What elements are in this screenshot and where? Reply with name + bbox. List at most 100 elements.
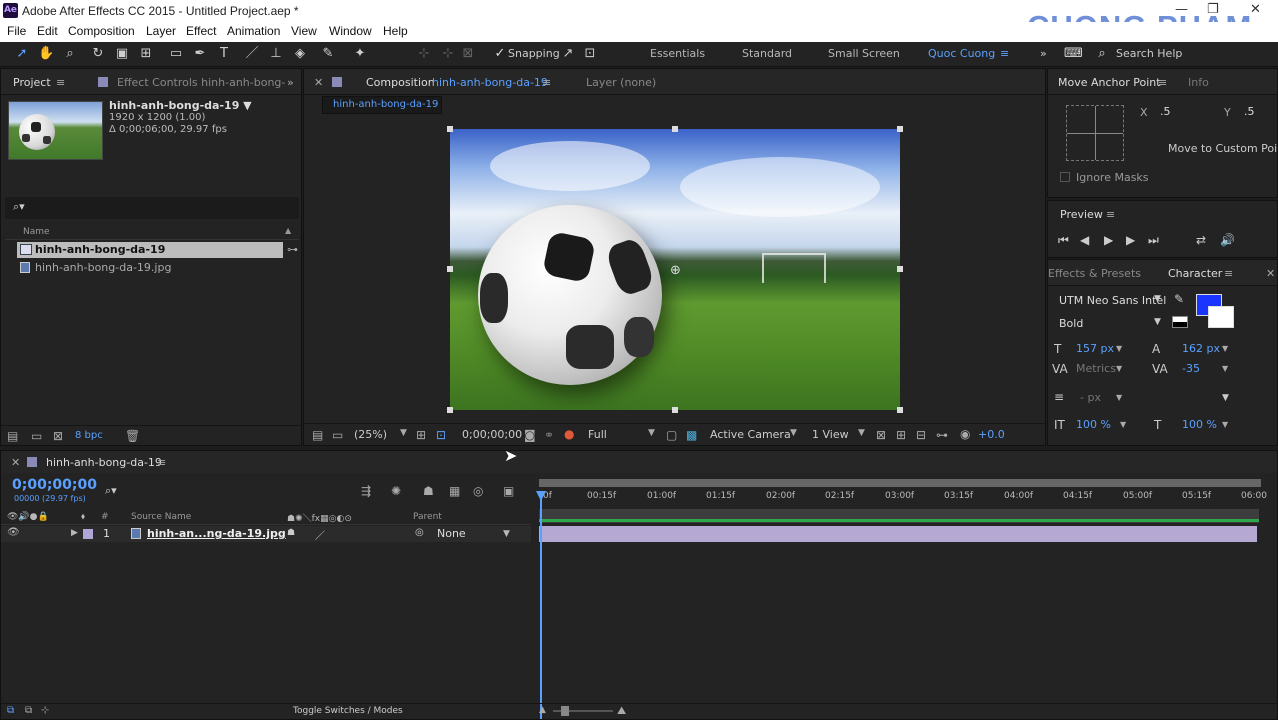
work-area-range[interactable] bbox=[539, 509, 1259, 523]
hide-shy-layers-icon[interactable]: ☗ bbox=[423, 484, 434, 498]
current-time-indicator[interactable] bbox=[540, 491, 542, 719]
workspace-small-screen[interactable]: Small Screen bbox=[828, 47, 900, 60]
leading-value[interactable]: 162 px bbox=[1182, 342, 1220, 355]
menu-layer[interactable]: Layer bbox=[146, 24, 176, 38]
dropdown-arrow-icon[interactable]: ▼ bbox=[1222, 344, 1228, 353]
channel-icon[interactable]: ● bbox=[564, 427, 574, 441]
rotate-tool-icon[interactable]: ↻ bbox=[90, 46, 106, 62]
view-layout-dropdown[interactable]: 1 View bbox=[812, 428, 849, 441]
stroke-style-dropdown-icon[interactable]: ▼ bbox=[1222, 393, 1229, 403]
close-tab-icon[interactable]: ✕ bbox=[11, 456, 20, 469]
transform-handle[interactable] bbox=[447, 266, 453, 272]
composition-menu-icon[interactable]: ≡ bbox=[542, 76, 551, 89]
exposure-reset-icon[interactable]: ◉ bbox=[960, 427, 970, 441]
breadcrumb[interactable]: hinh-anh-bong-da-19 bbox=[322, 96, 442, 114]
loop-icon[interactable]: ⇄ bbox=[1196, 233, 1206, 247]
magnification-dropdown[interactable]: (25%) bbox=[354, 428, 387, 441]
new-comp-icon[interactable]: ⊠ bbox=[53, 429, 63, 443]
clone-stamp-tool-icon[interactable]: ⊥ bbox=[268, 46, 284, 62]
show-snapshot-icon[interactable]: ⚭ bbox=[544, 428, 554, 442]
exposure-value[interactable]: +0.0 bbox=[978, 428, 1005, 441]
font-size-value[interactable]: 157 px bbox=[1076, 342, 1114, 355]
fast-previews-icon[interactable]: ⊞ bbox=[896, 428, 906, 442]
flowchart-icon[interactable]: ⊶ bbox=[936, 428, 948, 442]
selection-tool-icon[interactable]: ➚ bbox=[14, 46, 30, 62]
vertical-scale-value[interactable]: 100 % bbox=[1076, 418, 1111, 431]
horizontal-scale-value[interactable]: 100 % bbox=[1182, 418, 1217, 431]
eraser-tool-icon[interactable]: ◈ bbox=[292, 46, 308, 62]
shy-switch-icon[interactable]: ☗ bbox=[287, 528, 295, 538]
workspace-essentials[interactable]: Essentials bbox=[650, 47, 705, 60]
anchor-menu-icon[interactable]: ≡ bbox=[1158, 76, 1167, 89]
menu-effect[interactable]: Effect bbox=[186, 24, 216, 38]
tab-move-anchor[interactable]: Move Anchor Point bbox=[1058, 76, 1161, 89]
label-column-icon[interactable]: ⬧ bbox=[81, 512, 85, 522]
dropdown-arrow-icon[interactable]: ▼ bbox=[858, 428, 865, 438]
timeline-menu-icon[interactable]: ≡ bbox=[157, 456, 166, 469]
timeline-icon[interactable]: ⊟ bbox=[916, 428, 926, 442]
search-icon[interactable]: ⌕ bbox=[1094, 46, 1110, 62]
snapping-checkbox-icon[interactable]: ✓ bbox=[492, 46, 508, 62]
anchor-x-value[interactable]: .5 bbox=[1160, 105, 1171, 118]
dropdown-arrow-icon[interactable]: ▼ bbox=[1116, 344, 1122, 353]
interpret-footage-icon[interactable]: ▤ bbox=[7, 429, 18, 443]
black-white-swatch-icon[interactable] bbox=[1172, 316, 1188, 328]
font-style-dropdown[interactable]: Bold bbox=[1059, 317, 1083, 330]
close-tab-icon[interactable]: ✕ bbox=[314, 76, 323, 89]
column-parent[interactable]: Parent bbox=[413, 512, 442, 522]
bit-depth-button[interactable]: 8 bpc bbox=[75, 430, 103, 441]
menu-edit[interactable]: Edit bbox=[37, 24, 58, 38]
transfer-controls-icon[interactable]: ⧉ bbox=[25, 705, 32, 716]
dropdown-arrow-icon[interactable]: ▼ bbox=[1116, 393, 1122, 402]
anchor-grid[interactable] bbox=[1066, 105, 1124, 161]
dropdown-arrow-icon[interactable]: ▼ bbox=[400, 428, 407, 438]
region-of-interest-icon[interactable]: ▢ bbox=[666, 428, 677, 442]
flowchart-icon[interactable]: ⊶ bbox=[287, 243, 298, 256]
snapping-label[interactable]: Snapping bbox=[508, 47, 560, 60]
rectangle-tool-icon[interactable]: ▭ bbox=[168, 46, 184, 62]
workspace-menu-icon[interactable]: ≡ bbox=[1000, 47, 1009, 60]
graph-editor-icon[interactable]: ▣ bbox=[503, 484, 514, 498]
toggle-switches-modes[interactable]: Toggle Switches / Modes bbox=[293, 706, 403, 716]
breadcrumb-comp[interactable]: hinh-anh-bong-da-19 bbox=[333, 99, 438, 110]
transform-handle[interactable] bbox=[447, 126, 453, 132]
toggle-mask-icon[interactable]: ⊡ bbox=[436, 428, 446, 442]
layer-name[interactable]: hinh-an...ng-da-19.jpg bbox=[147, 527, 286, 540]
keyboard-icon[interactable]: ⌨ bbox=[1064, 46, 1083, 62]
transform-handle[interactable] bbox=[897, 266, 903, 272]
tab-effect-controls[interactable]: Effect Controls hinh-anh-bong- bbox=[117, 76, 285, 89]
dropdown-arrow-icon[interactable]: ▼ bbox=[1116, 364, 1122, 373]
tab-info[interactable]: Info bbox=[1188, 76, 1209, 89]
selected-item-name[interactable]: hinh-anh-bong-da-19 ▼ bbox=[109, 99, 252, 112]
sort-icon[interactable]: ▲ bbox=[285, 226, 291, 235]
tab-timeline[interactable]: hinh-anh-bong-da-19 bbox=[46, 456, 162, 469]
hand-tool-icon[interactable]: ✋ bbox=[38, 46, 54, 62]
layer-duration-bar[interactable] bbox=[539, 526, 1257, 542]
text-tool-icon[interactable]: T bbox=[216, 46, 232, 62]
last-frame-icon[interactable]: ⏭ bbox=[1148, 233, 1159, 248]
frame-blending-icon[interactable]: ▦ bbox=[449, 484, 460, 498]
transform-handle[interactable] bbox=[672, 126, 678, 132]
roto-brush-tool-icon[interactable]: ✎ bbox=[320, 46, 336, 62]
transparency-grid-icon[interactable]: ▩ bbox=[686, 428, 697, 442]
first-frame-icon[interactable]: ⏮ bbox=[1058, 233, 1069, 248]
work-area-bar[interactable] bbox=[539, 479, 1261, 487]
next-frame-icon[interactable]: ▶ bbox=[1126, 233, 1135, 247]
kerning-value[interactable]: Metrics bbox=[1076, 362, 1116, 375]
menu-file[interactable]: File bbox=[7, 24, 26, 38]
ignore-masks-checkbox[interactable] bbox=[1060, 172, 1070, 182]
workspace-standard[interactable]: Standard bbox=[742, 47, 792, 60]
quality-switch-icon[interactable]: ／ bbox=[315, 527, 325, 542]
pan-behind-tool-icon[interactable]: ⊞ bbox=[138, 46, 154, 62]
workspace-overflow-icon[interactable]: » bbox=[1040, 47, 1047, 60]
menu-window[interactable]: Window bbox=[329, 24, 372, 38]
time-ruler[interactable]: 0f 00:15f 01:00f 01:15f 02:00f 02:15f 03… bbox=[539, 491, 1267, 505]
zoom-tool-icon[interactable]: ⌕ bbox=[62, 46, 78, 62]
previous-frame-icon[interactable]: ◀ bbox=[1080, 233, 1089, 247]
pick-whip-icon[interactable]: ◎ bbox=[415, 527, 424, 538]
menu-composition[interactable]: Composition bbox=[68, 24, 135, 38]
menu-help[interactable]: Help bbox=[383, 24, 408, 38]
transform-handle[interactable] bbox=[447, 407, 453, 413]
dropdown-arrow-icon[interactable]: ▼ bbox=[1222, 420, 1228, 429]
project-menu-icon[interactable]: ≡ bbox=[56, 76, 65, 89]
